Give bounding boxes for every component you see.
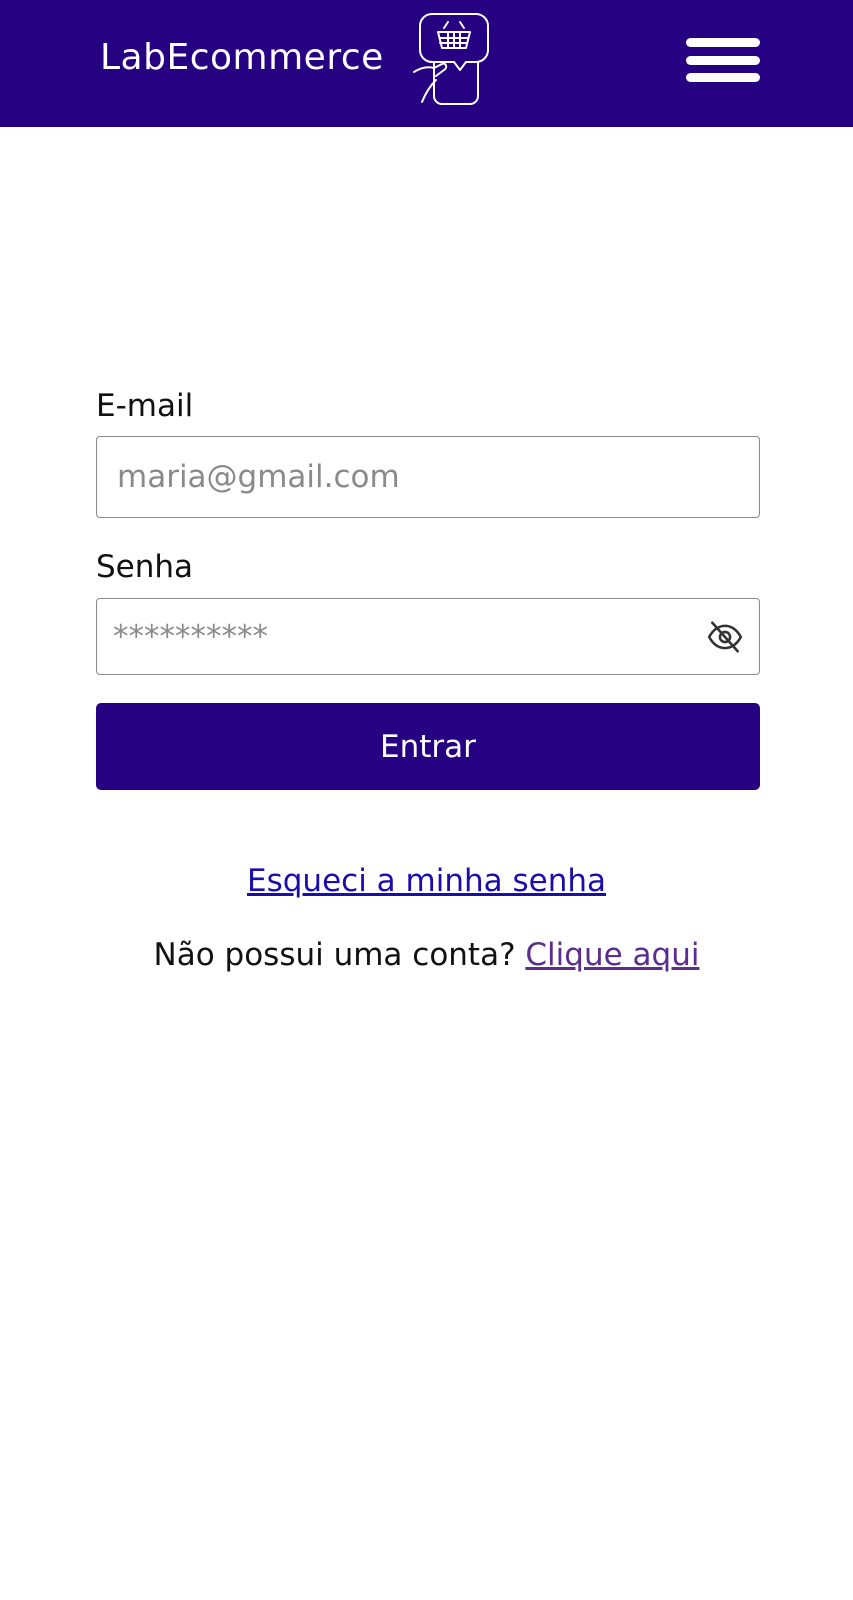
signup-link[interactable]: Clique aqui <box>525 937 699 973</box>
eye-off-icon[interactable] <box>706 618 744 656</box>
login-form: E-mail Senha Entrar <box>96 385 760 790</box>
signup-line: Não possui uma conta? Clique aqui <box>0 934 853 976</box>
brand-name[interactable]: LabEcommerce <box>100 37 384 78</box>
phone-basket-icon <box>413 13 489 105</box>
auth-links: Esqueci a minha senha Não possui uma con… <box>0 860 853 976</box>
forgot-password-link[interactable]: Esqueci a minha senha <box>247 860 606 902</box>
signup-prompt: Não possui uma conta? <box>153 937 526 973</box>
email-input[interactable] <box>96 436 760 518</box>
login-button[interactable]: Entrar <box>96 703 760 790</box>
email-label: E-mail <box>96 388 194 424</box>
app-header: LabEcommerce <box>0 0 853 127</box>
password-field <box>96 598 760 675</box>
password-label: Senha <box>96 549 194 585</box>
hamburger-menu-icon[interactable] <box>686 36 760 84</box>
password-input[interactable] <box>96 598 760 675</box>
